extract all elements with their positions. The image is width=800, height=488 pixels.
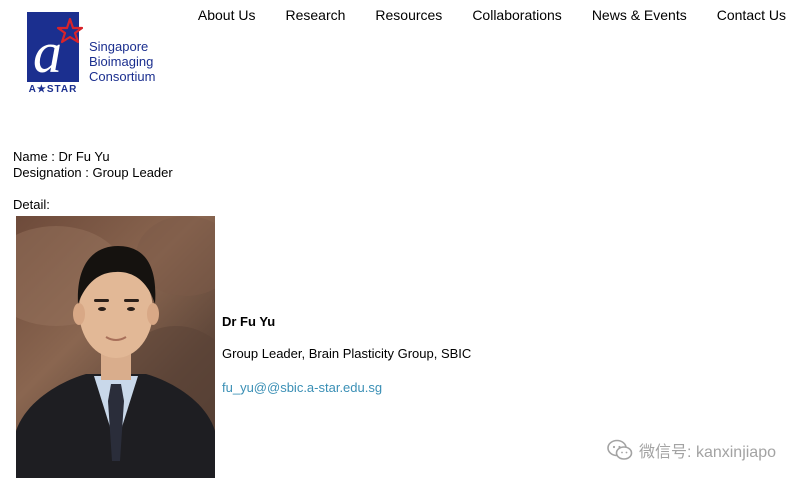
email-link[interactable]: fu_yu@@sbic.a-star.edu.sg (222, 380, 382, 395)
logo-wordmark: Singapore Bioimaging Consortium (89, 39, 155, 84)
watermark-text: 微信号: kanxinjiapo (639, 444, 776, 461)
wechat-icon (607, 439, 633, 460)
detail-label: Detail: (13, 197, 50, 212)
logo-line-3: Consortium (89, 69, 156, 84)
nav-item-about-us[interactable]: About Us (198, 7, 256, 23)
profile-info: Name : Dr Fu Yu Designation : Group Lead… (13, 149, 173, 213)
profile-designation: Designation : Group Leader (13, 165, 173, 180)
profile-name: Name : Dr Fu Yu (13, 149, 110, 164)
logo-line-1: Singapore (89, 39, 149, 54)
nav-item-research[interactable]: Research (285, 7, 345, 23)
logo-line-2: Bioimaging (89, 54, 154, 69)
site-logo[interactable]: a A★STAR Singapore Bioimaging Consortium (25, 12, 175, 100)
bio-role: Group Leader, Brain Plasticity Group, SB… (222, 346, 472, 361)
nav-item-news-events[interactable]: News & Events (592, 7, 687, 23)
bio-name: Dr Fu Yu (222, 314, 276, 329)
bio-block: Dr Fu Yu Group Leader, Brain Plasticity … (222, 314, 471, 395)
wechat-watermark: 微信号: kanxinjiapo (607, 438, 776, 462)
star-icon (57, 18, 83, 44)
nav-item-resources[interactable]: Resources (375, 7, 442, 23)
profile-photo (16, 216, 215, 478)
main-nav: About Us Research Resources Collaboratio… (198, 7, 786, 23)
nav-item-collaborations[interactable]: Collaborations (472, 7, 562, 23)
nav-item-contact-us[interactable]: Contact Us (717, 7, 786, 23)
logo-agency-label: A★STAR (28, 84, 78, 95)
